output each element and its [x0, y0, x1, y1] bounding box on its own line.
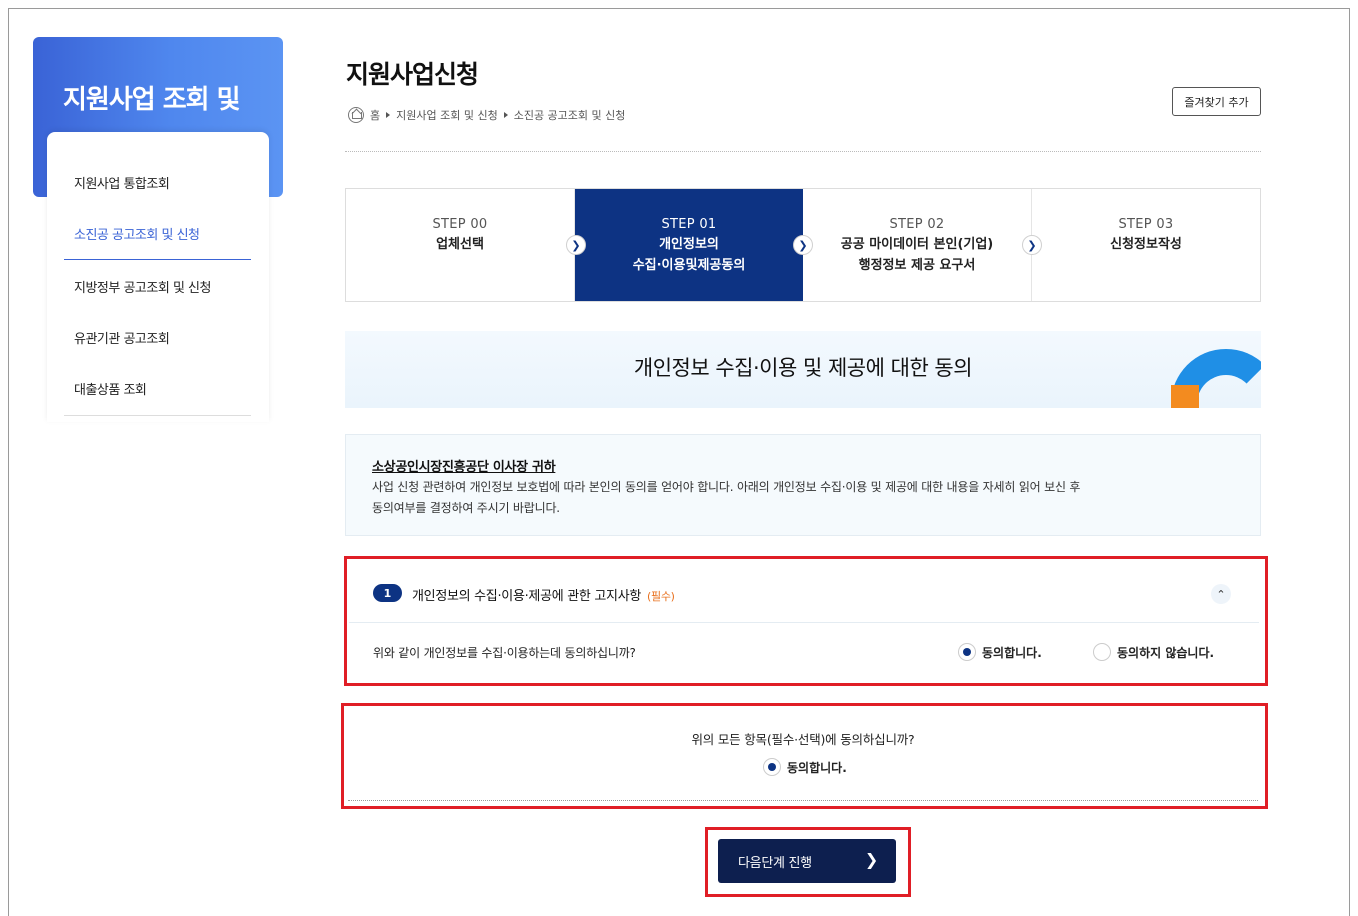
- agree-radio[interactable]: 동의합니다.: [958, 643, 1042, 661]
- all-agree-label[interactable]: 동의합니다.: [787, 759, 847, 776]
- sidebar-active-underline: [64, 259, 251, 260]
- page-title: 지원사업신청: [346, 60, 479, 89]
- section-banner: 개인정보 수집·이용 및 제공에 대한 동의: [345, 331, 1261, 408]
- radio-selected-icon[interactable]: [958, 643, 976, 661]
- radio-unselected-icon[interactable]: [1093, 643, 1111, 661]
- next-step-label: 다음단계 진행: [738, 855, 812, 871]
- add-favorite-button[interactable]: 즐겨찾기 추가: [1172, 87, 1261, 116]
- agree-label[interactable]: 동의합니다.: [982, 644, 1042, 661]
- sidebar-item-integrated-search[interactable]: 지원사업 통합조회: [74, 173, 170, 192]
- chevron-right-icon: ❯: [864, 850, 878, 869]
- consent-question: 위와 같이 개인정보를 수집·이용하는데 동의하십니까?: [373, 646, 636, 660]
- step-label: 업체선택: [436, 237, 484, 252]
- section-title: 개인정보 수집·이용 및 제공에 대한 동의: [633, 356, 973, 380]
- step-number: STEP 01: [661, 217, 717, 232]
- disagree-radio[interactable]: 동의하지 않습니다.: [1093, 643, 1214, 661]
- header-divider: [345, 151, 1261, 152]
- step-number: STEP 02: [889, 217, 945, 232]
- sidebar-item-sbiz-notice[interactable]: 소진공 공고조회 및 신청: [74, 224, 200, 243]
- section-divider: [348, 800, 1258, 801]
- step-label: 공공 마이데이터 본인(기업) 행정정보 제공 요구서: [840, 237, 994, 273]
- required-tag: (필수): [647, 590, 675, 603]
- highlight-box: [341, 703, 1268, 809]
- notice-line-2: 동의여부를 결정하여 주시기 바랍니다.: [372, 501, 560, 515]
- sidebar-title: 지원사업 조회 및: [63, 85, 241, 115]
- chevron-up-icon[interactable]: ⌃: [1211, 584, 1231, 604]
- breadcrumb-level-1[interactable]: 지원사업 조회 및 신청: [396, 107, 498, 123]
- consent-item-title: 개인정보의 수집·이용·제공에 관한 고지사항 (필수): [412, 585, 675, 604]
- chevron-right-icon: ❯: [793, 235, 813, 255]
- breadcrumb-separator-icon: [503, 112, 508, 118]
- consent-item-title-text: 개인정보의 수집·이용·제공에 관한 고지사항: [412, 589, 642, 604]
- breadcrumb: 홈 지원사업 조회 및 신청 소진공 공고조회 및 신청: [348, 107, 625, 123]
- decorative-orange-block: [1171, 385, 1199, 408]
- chevron-right-icon: ❯: [1022, 235, 1042, 255]
- notice-line-1: 사업 신청 관련하여 개인정보 보호법에 따라 본인의 동의를 얻어야 합니다.…: [372, 480, 1081, 494]
- consent-item-header[interactable]: 1 개인정보의 수집·이용·제공에 관한 고지사항 (필수) ⌃: [349, 561, 1259, 623]
- disagree-label[interactable]: 동의하지 않습니다.: [1117, 644, 1214, 661]
- breadcrumb-level-2[interactable]: 소진공 공고조회 및 신청: [514, 107, 626, 123]
- step-label: 개인정보의 수집·이용및제공동의: [632, 237, 746, 273]
- step-number: STEP 03: [1118, 217, 1174, 232]
- next-step-button[interactable]: 다음단계 진행 ❯: [718, 839, 896, 883]
- breadcrumb-separator-icon: [386, 112, 391, 118]
- all-agree-question: 위의 모든 항목(필수·선택)에 동의하십니까?: [691, 732, 915, 747]
- radio-selected-icon[interactable]: [763, 758, 781, 776]
- consent-item-1: 1 개인정보의 수집·이용·제공에 관한 고지사항 (필수) ⌃ 위와 같이 개인…: [349, 561, 1259, 679]
- step-label: 신청정보작성: [1110, 237, 1182, 252]
- sidebar-item-local-gov[interactable]: 지방정부 공고조회 및 신청: [74, 277, 211, 296]
- breadcrumb-home[interactable]: 홈: [370, 107, 380, 123]
- sidebar-divider: [64, 415, 251, 416]
- chevron-right-icon: ❯: [566, 235, 586, 255]
- home-icon[interactable]: [348, 107, 364, 123]
- step-00: STEP 00 업체선택: [346, 189, 575, 301]
- step-03: STEP 03 신청정보작성: [1032, 189, 1260, 301]
- item-number-badge: 1: [373, 584, 402, 602]
- sidebar-item-related-org[interactable]: 유관기관 공고조회: [74, 328, 170, 347]
- sidebar-item-loan[interactable]: 대출상품 조회: [74, 379, 147, 398]
- step-01-current: STEP 01 개인정보의 수집·이용및제공동의: [575, 189, 803, 301]
- notice-heading: 소상공인시장진흥공단 이사장 귀하: [372, 460, 556, 475]
- step-02: STEP 02 공공 마이데이터 본인(기업) 행정정보 제공 요구서: [803, 189, 1032, 301]
- consent-notice: 소상공인시장진흥공단 이사장 귀하 사업 신청 관련하여 개인정보 보호법에 따…: [345, 434, 1261, 536]
- step-number: STEP 00: [432, 217, 488, 232]
- all-agree-radio[interactable]: 동의합니다.: [763, 758, 847, 776]
